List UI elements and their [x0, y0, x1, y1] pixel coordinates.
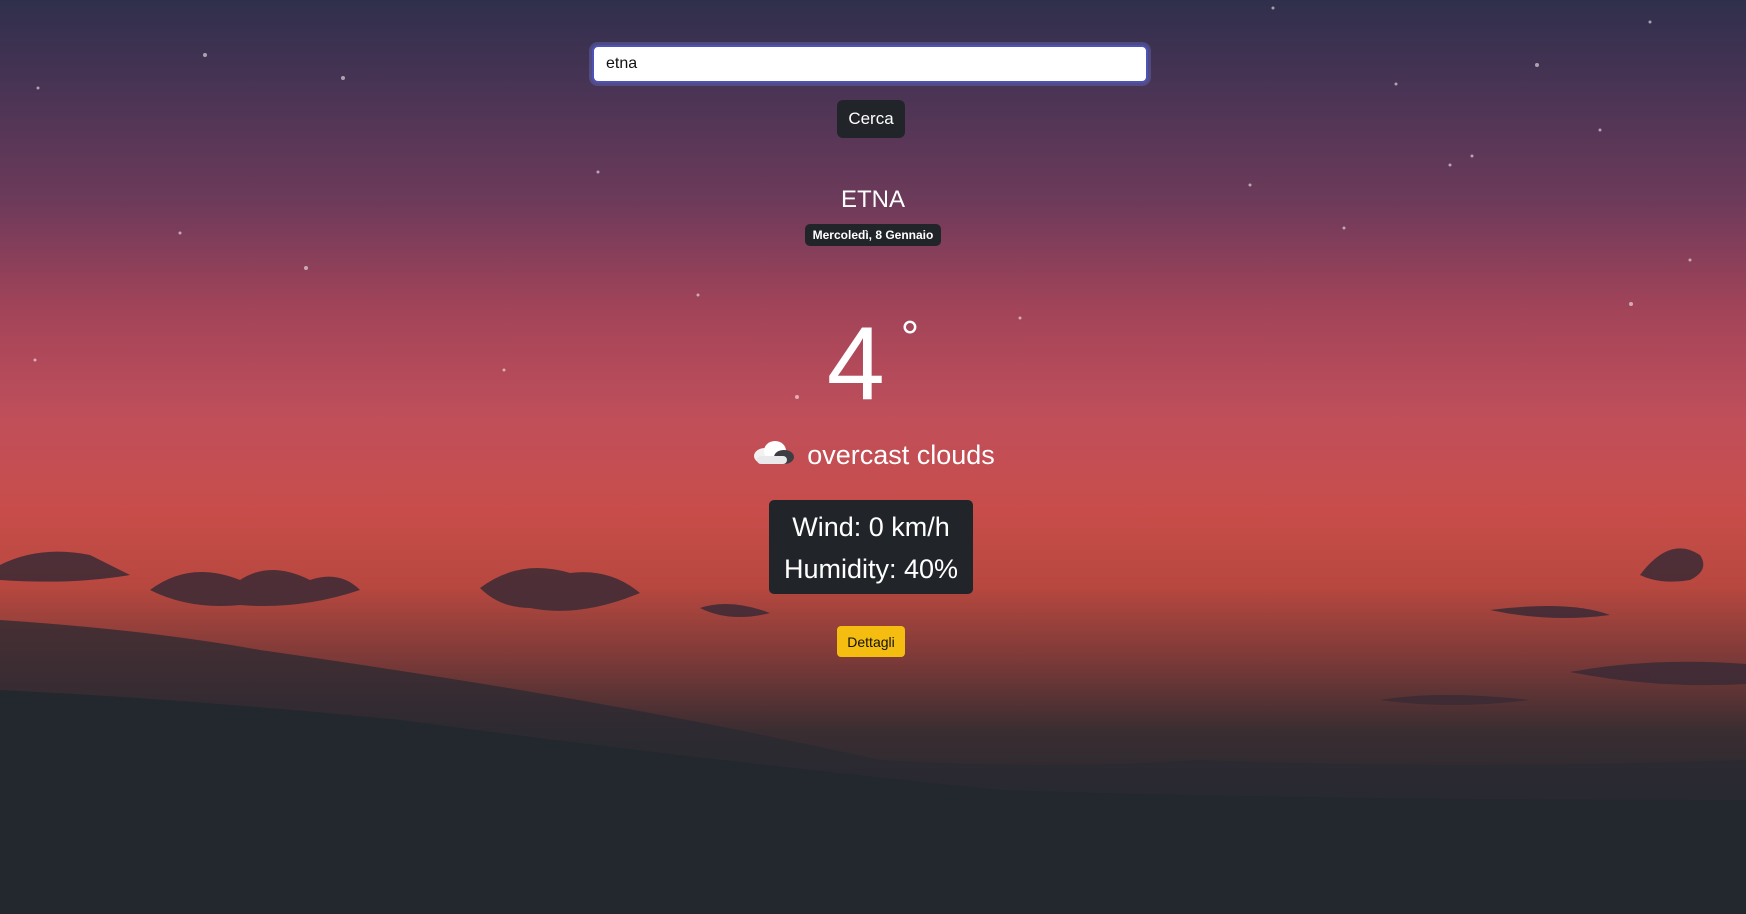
date-badge: Mercoledì, 8 Gennaio	[804, 224, 942, 246]
humidity-value: Humidity: 40%	[783, 554, 959, 584]
temperature-value: 4	[826, 306, 885, 422]
weather-condition: overcast clouds	[0, 440, 1746, 471]
date-badge-container: Mercoledì, 8 Gennaio	[0, 224, 1746, 246]
condition-text: overcast clouds	[807, 440, 995, 470]
wind-value: Wind: 0 km/h	[792, 512, 950, 542]
search-button[interactable]: Cerca	[837, 100, 905, 138]
cloud-icon	[751, 440, 795, 464]
weather-stats-box: Wind: 0 km/h Humidity: 40%	[769, 500, 973, 594]
search-input[interactable]	[592, 45, 1148, 83]
degree-symbol: °	[900, 311, 920, 363]
details-button[interactable]: Dettagli	[837, 626, 905, 657]
city-name: ETNA	[840, 186, 905, 213]
temperature: 4 °	[0, 282, 1746, 419]
weather-app: Cerca ETNA Mercoledì, 8 Gennaio 4° overc…	[0, 0, 1746, 914]
